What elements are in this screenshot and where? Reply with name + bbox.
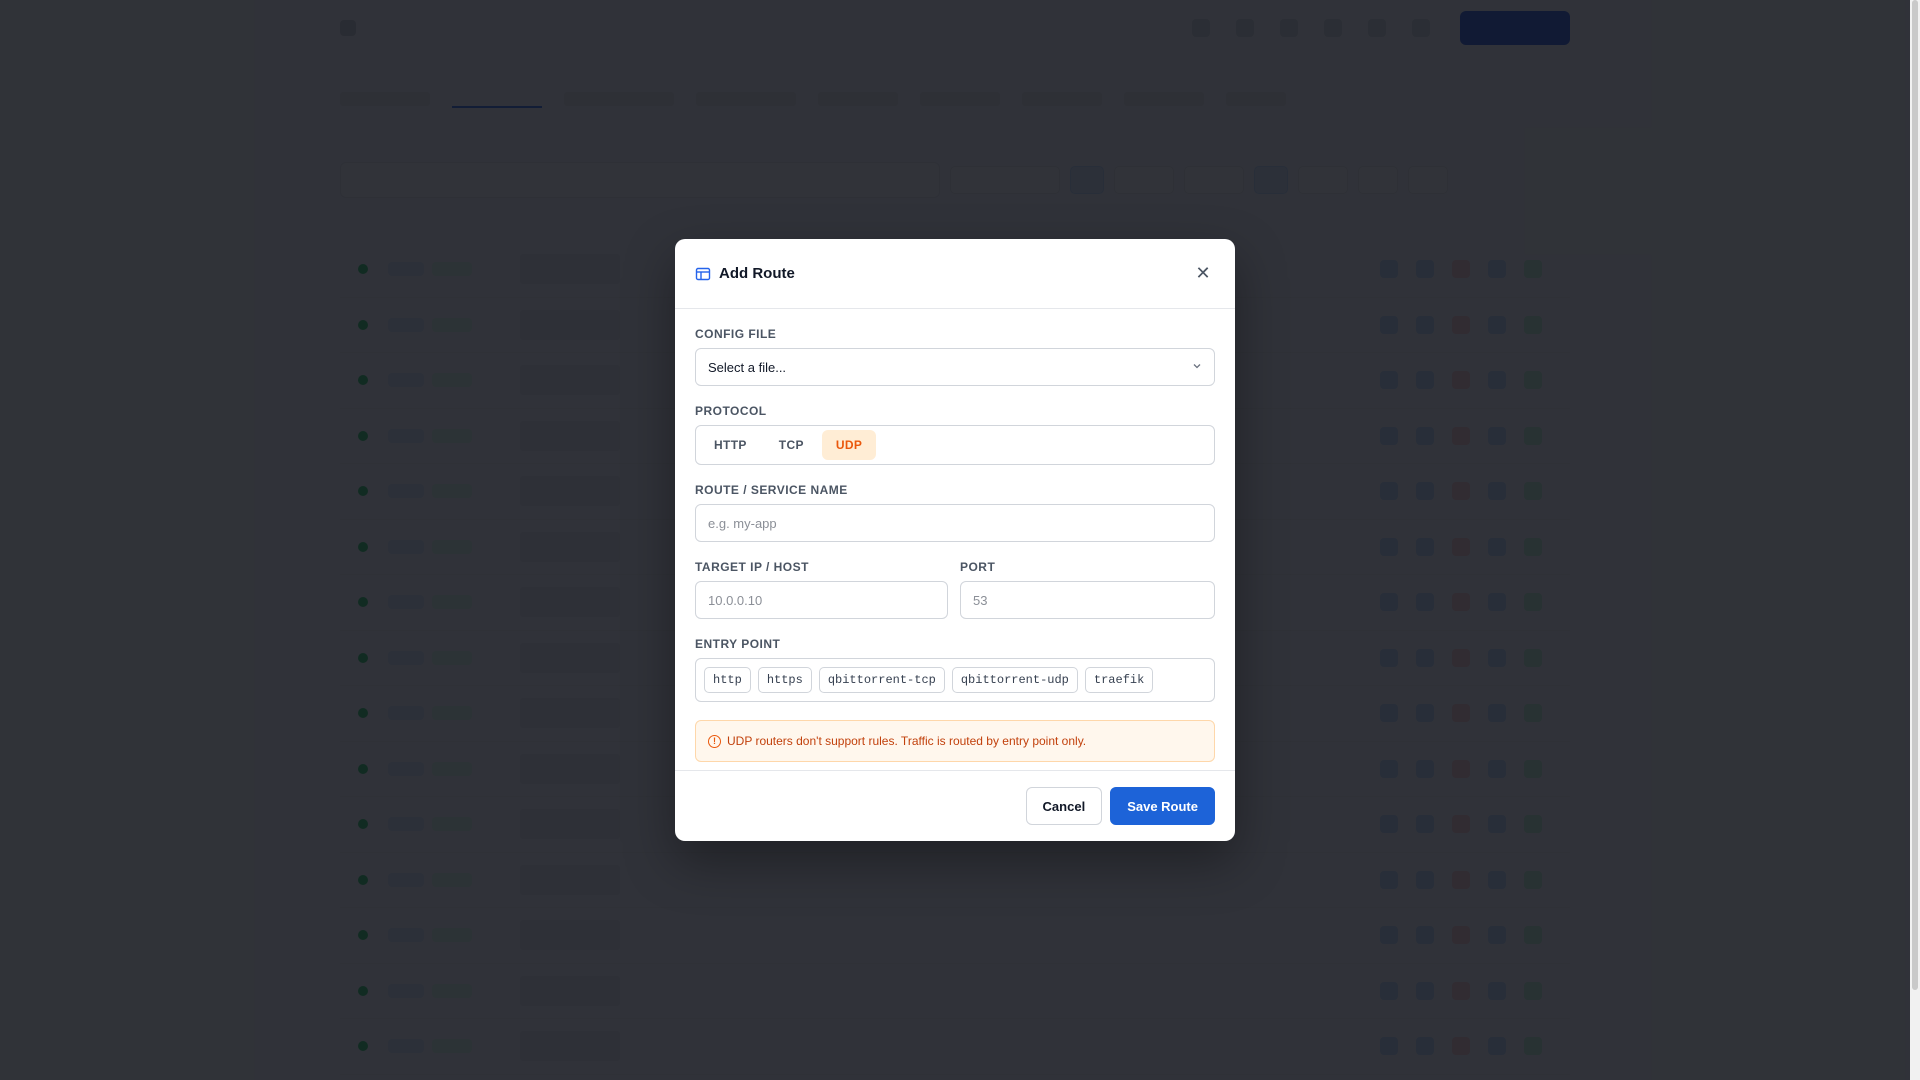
entry-point-chips: http https qbittorrent-tcp qbittorrent-u… [695, 658, 1215, 702]
entry-point-field: ENTRY POINT http https qbittorrent-tcp q… [695, 637, 1215, 702]
port-label: PORT [960, 560, 996, 574]
port-input-wrap [960, 581, 1215, 619]
udp-info-alert: ! UDP routers don't support rules. Traff… [695, 720, 1215, 762]
target-host-input[interactable] [708, 592, 935, 608]
protocol-field: PROTOCOL HTTP TCP UDP [695, 404, 1215, 465]
protocol-toggle: HTTP TCP UDP [695, 425, 1215, 465]
entry-point-chip-traefik[interactable]: traefik [1084, 667, 1154, 693]
target-field: TARGET IP / HOST [695, 560, 948, 619]
target-port-row: TARGET IP / HOST PORT [695, 560, 1215, 619]
dialog-title: Add Route [719, 265, 795, 282]
add-route-dialog: Add Route ✕ CONFIG FILE Select a file...… [675, 239, 1235, 841]
entry-point-label: ENTRY POINT [695, 637, 781, 651]
dialog-header: Add Route ✕ [675, 239, 1235, 309]
target-label: TARGET IP / HOST [695, 560, 809, 574]
port-field: PORT [960, 560, 1215, 619]
config-file-select[interactable]: Select a file... [695, 348, 1215, 386]
route-name-label: ROUTE / SERVICE NAME [695, 483, 848, 497]
route-table-icon [695, 267, 711, 280]
entry-point-chip-http[interactable]: http [704, 667, 751, 693]
protocol-udp-button[interactable]: UDP [821, 430, 877, 460]
close-icon[interactable]: ✕ [1191, 262, 1215, 286]
scrollbar-thumb[interactable] [1912, 0, 1918, 990]
dialog-body: CONFIG FILE Select a file... PROTOCOL HT… [675, 309, 1235, 762]
protocol-tcp-button[interactable]: TCP [765, 430, 818, 460]
dialog-footer: Cancel Save Route [675, 770, 1235, 841]
save-route-button[interactable]: Save Route [1110, 787, 1215, 825]
entry-point-chip-qbittorrent-tcp[interactable]: qbittorrent-tcp [818, 667, 945, 693]
info-icon: ! [708, 734, 721, 748]
chevron-down-icon [1192, 360, 1202, 374]
port-input[interactable] [973, 592, 1202, 608]
cancel-button[interactable]: Cancel [1025, 787, 1103, 825]
entry-point-chip-https[interactable]: https [757, 667, 812, 693]
protocol-label: PROTOCOL [695, 404, 767, 418]
entry-point-chip-qbittorrent-udp[interactable]: qbittorrent-udp [951, 667, 1078, 693]
udp-info-text: UDP routers don't support rules. Traffic… [727, 734, 1087, 748]
route-name-input-wrap [695, 504, 1215, 542]
protocol-http-button[interactable]: HTTP [700, 430, 761, 460]
config-file-label: CONFIG FILE [695, 327, 777, 341]
page-scrollbar[interactable] [1910, 0, 1920, 1080]
target-input-wrap [695, 581, 948, 619]
route-name-input[interactable] [708, 515, 1202, 531]
config-file-field: CONFIG FILE Select a file... [695, 327, 1215, 386]
route-name-field: ROUTE / SERVICE NAME [695, 483, 1215, 542]
config-file-value: Select a file... [708, 359, 787, 375]
